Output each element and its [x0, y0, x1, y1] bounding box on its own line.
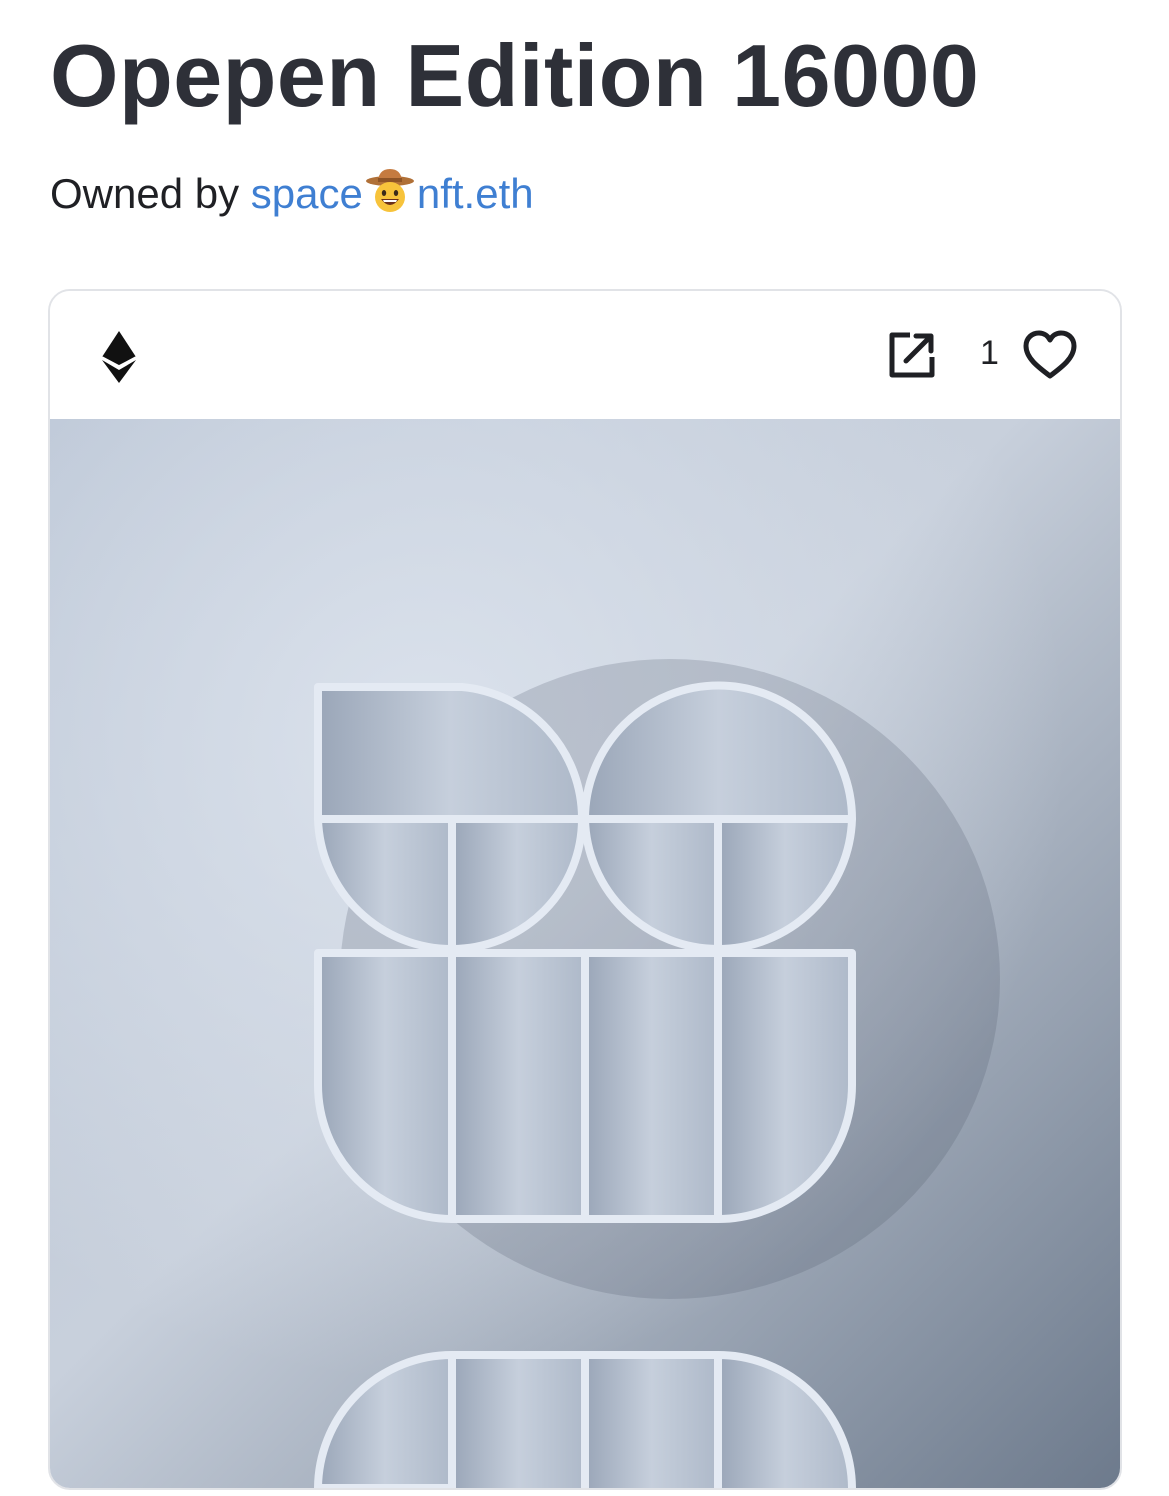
- external-link-icon[interactable]: [886, 329, 938, 381]
- ethereum-icon: [102, 331, 136, 383]
- opepen-reflection-shape: [314, 1351, 856, 1488]
- owner-line: Owned by space nft.eth: [50, 166, 534, 221]
- owner-name-start: space: [250, 170, 363, 217]
- owner-link[interactable]: space nft.eth: [250, 169, 534, 217]
- nft-detail-page: Opepen Edition 16000 Owned by space nft.…: [0, 0, 1169, 1496]
- like-count: 1: [980, 334, 999, 372]
- owner-prefix: Owned by: [50, 170, 240, 217]
- owner-name-end: nft.eth: [416, 170, 534, 217]
- card-header: 1: [50, 291, 1120, 419]
- nft-card: 1: [48, 289, 1122, 1490]
- nft-artwork-image: [50, 419, 1120, 1488]
- heart-icon[interactable]: [1022, 329, 1078, 381]
- cowboy-hat-face-icon: [365, 169, 414, 212]
- page-title: Opepen Edition 16000: [50, 26, 980, 125]
